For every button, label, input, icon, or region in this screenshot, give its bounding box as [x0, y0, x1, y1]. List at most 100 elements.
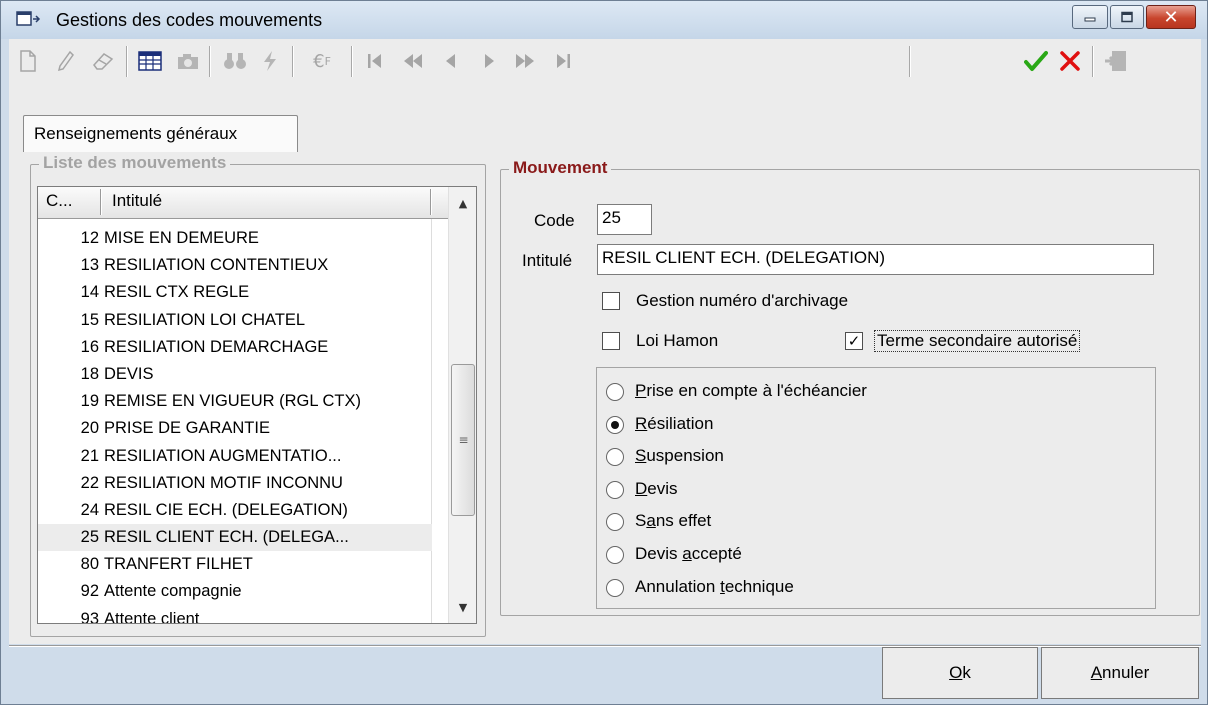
next-page-icon[interactable] — [511, 47, 539, 75]
previous-record-icon[interactable] — [437, 47, 465, 75]
annuler-button-label: Annuler — [1090, 663, 1150, 682]
type-radio-label[interactable]: Sans effet — [635, 511, 711, 531]
type-radio-button[interactable] — [606, 480, 624, 499]
exit-door-icon[interactable] — [1102, 47, 1130, 75]
row-code: 24 — [80, 500, 99, 519]
row-code: 18 — [80, 364, 99, 383]
row-intitule: Attente client — [104, 609, 200, 624]
scroll-down-arrow-icon[interactable]: ▼ — [449, 595, 476, 619]
radio-selected-dot-icon — [611, 420, 619, 429]
intitule-field[interactable]: RESIL CLIENT ECH. (DELEGATION) — [597, 244, 1154, 275]
list-row[interactable]: 20 PRISE DE GARANTIE — [38, 415, 432, 442]
ok-button-label: Ok — [949, 663, 971, 682]
last-record-icon[interactable] — [549, 47, 577, 75]
euro-currency-icon[interactable]: € F — [304, 47, 340, 75]
row-intitule: RESILIATION MOTIF INCONNU — [104, 473, 343, 492]
cancel-x-icon[interactable] — [1056, 47, 1084, 75]
row-code: 22 — [80, 473, 99, 492]
type-radio-button[interactable] — [606, 546, 624, 564]
list-row[interactable]: 92 Attente compagnie — [38, 578, 432, 605]
list-row[interactable]: 18 DEVIS — [38, 361, 432, 388]
row-intitule: RESILIATION AUGMENTATIO... — [104, 446, 342, 465]
row-intitule: DEVIS — [104, 364, 154, 383]
column-header-intitule[interactable]: Intitulé — [112, 191, 162, 211]
minimize-icon — [1084, 17, 1096, 22]
row-intitule: RESIL CIE ECH. (DELEGATION) — [104, 500, 348, 519]
row-code: 15 — [80, 310, 99, 329]
list-row[interactable]: 13 RESILIATION CONTENTIEUX — [38, 252, 432, 279]
first-record-icon[interactable] — [361, 47, 389, 75]
type-radio-button[interactable] — [606, 415, 624, 434]
row-code: 80 — [80, 555, 99, 574]
eraser-icon[interactable] — [89, 47, 117, 75]
list-row[interactable]: 16 RESILIATION DEMARCHAGE — [38, 334, 432, 361]
table-view-icon[interactable] — [136, 47, 164, 75]
terme-secondaire-checkbox[interactable]: ✓ — [845, 332, 863, 350]
list-row[interactable]: 19 REMISE EN VIGUEUR (RGL CTX) — [38, 388, 432, 415]
loi-hamon-label[interactable]: Loi Hamon — [636, 331, 718, 351]
close-button[interactable]: ✕ — [1146, 5, 1196, 29]
row-intitule: RESIL CLIENT ECH. (DELEGA... — [104, 528, 349, 547]
gestion-archivage-label[interactable]: Gestion numéro d'archivage — [636, 291, 848, 311]
mouvement-group-legend: Mouvement — [509, 158, 612, 178]
close-icon: ✕ — [1163, 6, 1179, 28]
next-record-icon[interactable] — [475, 47, 503, 75]
list-header: C... Intitulé — [38, 187, 448, 219]
validate-check-icon[interactable] — [1022, 47, 1050, 75]
row-intitule: Attente compagnie — [104, 582, 242, 601]
type-radio-label[interactable]: Suspension — [635, 446, 724, 466]
list-rows: 12 MISE EN DEMEURE 13 RESILIATION CONTENTIE… — [38, 225, 448, 624]
column-header-code[interactable]: C... — [46, 191, 72, 211]
tab-renseignements-generaux[interactable]: Renseignements généraux — [23, 115, 298, 152]
previous-page-icon[interactable] — [399, 47, 427, 75]
type-radio-label[interactable]: Annulation technique — [635, 577, 794, 597]
list-row[interactable]: 24 RESIL CIE ECH. (DELEGATION) — [38, 497, 432, 524]
code-label: Code — [534, 211, 575, 230]
row-code: 19 — [80, 392, 99, 411]
row-intitule: RESILIATION CONTENTIEUX — [104, 256, 329, 275]
annuler-button[interactable]: Annuler — [1041, 647, 1199, 699]
maximize-button[interactable] — [1110, 5, 1144, 29]
terme-secondaire-label[interactable]: Terme secondaire autorisé — [873, 330, 1081, 352]
list-row[interactable]: 14 RESIL CTX REGLE — [38, 279, 432, 306]
list-row[interactable]: 93 Attente client — [38, 606, 432, 624]
edit-pencil-icon[interactable] — [52, 47, 80, 75]
window-app-icon — [16, 11, 41, 26]
type-mouvement-radio-group — [596, 367, 1156, 609]
dialog-window: Gestions des codes mouvements ✕ € F Rens… — [0, 0, 1208, 705]
minimize-button[interactable] — [1072, 5, 1108, 29]
list-row[interactable]: 25 RESIL CLIENT ECH. (DELEGA... — [38, 524, 432, 552]
list-row[interactable]: 80 TRANFERT FILHET — [38, 551, 432, 578]
scroll-up-arrow-icon[interactable]: ▲ — [449, 191, 476, 215]
type-radio-label[interactable]: Prise en compte à l'échéancier — [635, 381, 867, 401]
list-row[interactable]: 12 MISE EN DEMEURE — [38, 225, 432, 252]
type-radio-label[interactable]: Résiliation — [635, 414, 713, 434]
row-intitule: RESILIATION DEMARCHAGE — [104, 337, 329, 356]
mouvements-list[interactable]: C... Intitulé 12 MISE EN DEMEURE 13 RESILIA… — [37, 186, 477, 624]
list-row[interactable]: 21 RESILIATION AUGMENTATIO... — [38, 443, 432, 470]
type-radio-label[interactable]: Devis accepté — [635, 544, 742, 564]
row-code: 92 — [80, 582, 99, 601]
code-field[interactable]: 25 — [597, 204, 652, 235]
loi-hamon-checkbox[interactable] — [602, 332, 620, 350]
new-document-icon[interactable] — [14, 47, 42, 75]
gestion-archivage-checkbox[interactable] — [602, 292, 620, 310]
scrollbar-thumb[interactable]: ≡ — [451, 364, 475, 516]
row-code: 21 — [80, 446, 99, 465]
ok-button[interactable]: Ok — [882, 647, 1038, 699]
type-radio-label[interactable]: Devis — [635, 479, 678, 499]
list-row[interactable]: 15 RESILIATION LOI CHATEL — [38, 307, 432, 334]
list-row[interactable]: 22 RESILIATION MOTIF INCONNU — [38, 470, 432, 497]
type-radio-button[interactable] — [606, 383, 624, 401]
intitule-label: Intitulé — [522, 251, 573, 270]
row-intitule: TRANFERT FILHET — [104, 555, 253, 574]
tab-label: Renseignements généraux — [34, 124, 238, 143]
type-radio-button[interactable] — [606, 578, 624, 597]
binoculars-search-icon[interactable] — [221, 47, 249, 75]
list-scrollbar[interactable]: ▲ ≡ ▼ — [448, 187, 476, 623]
row-intitule: MISE EN DEMEURE — [104, 229, 259, 247]
title-bar[interactable]: Gestions des codes mouvements ✕ — [1, 1, 1207, 39]
camera-icon[interactable] — [174, 47, 202, 75]
lightning-icon[interactable] — [256, 47, 284, 75]
grip-icon: ≡ — [458, 433, 468, 447]
